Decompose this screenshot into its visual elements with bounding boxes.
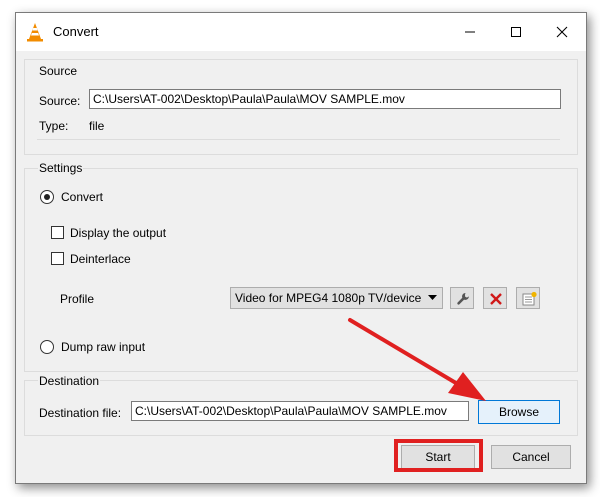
type-label: Type: bbox=[39, 119, 69, 133]
dump-raw-radio[interactable] bbox=[40, 340, 54, 354]
close-button[interactable] bbox=[539, 13, 585, 51]
maximize-button[interactable] bbox=[493, 13, 539, 51]
deinterlace-checkbox[interactable] bbox=[51, 252, 64, 265]
wrench-icon bbox=[457, 293, 469, 305]
profile-dropdown-value: Video for MPEG4 1080p TV/device bbox=[235, 291, 422, 305]
source-divider bbox=[37, 139, 560, 140]
vlc-cone-icon bbox=[27, 23, 43, 42]
title-bar[interactable]: Convert bbox=[16, 13, 586, 51]
browse-button[interactable]: Browse bbox=[478, 400, 560, 424]
delete-x-icon bbox=[490, 293, 502, 305]
new-profile-icon bbox=[522, 291, 537, 306]
chevron-down-icon bbox=[428, 295, 437, 300]
convert-dialog: Convert Source Source: C:\Users\AT-002\D… bbox=[15, 12, 587, 484]
display-output-checkbox[interactable] bbox=[51, 226, 64, 239]
edit-profile-button[interactable] bbox=[450, 287, 474, 309]
start-button[interactable]: Start bbox=[401, 445, 475, 469]
settings-group-label: Settings bbox=[38, 161, 84, 175]
dump-raw-label[interactable]: Dump raw input bbox=[61, 340, 145, 354]
display-output-label[interactable]: Display the output bbox=[70, 226, 166, 240]
source-group-label: Source bbox=[38, 64, 79, 78]
minimize-button[interactable] bbox=[447, 13, 493, 51]
source-path-input[interactable]: C:\Users\AT-002\Desktop\Paula\Paula\MOV … bbox=[89, 89, 561, 109]
cancel-button[interactable]: Cancel bbox=[491, 445, 571, 469]
source-label: Source: bbox=[39, 94, 81, 108]
maximize-icon bbox=[511, 27, 521, 37]
minimize-icon bbox=[465, 31, 475, 33]
destination-group-label: Destination bbox=[38, 374, 101, 388]
new-profile-button[interactable] bbox=[516, 287, 540, 309]
delete-profile-button[interactable] bbox=[483, 287, 507, 309]
convert-radio[interactable] bbox=[40, 190, 54, 204]
window-title: Convert bbox=[53, 24, 99, 39]
convert-radio-label[interactable]: Convert bbox=[61, 190, 103, 204]
close-icon bbox=[556, 26, 568, 38]
deinterlace-label[interactable]: Deinterlace bbox=[70, 252, 131, 266]
profile-dropdown[interactable]: Video for MPEG4 1080p TV/device bbox=[230, 287, 443, 309]
profile-label: Profile bbox=[60, 292, 95, 306]
type-value: file bbox=[89, 119, 105, 133]
destination-file-label: Destination file: bbox=[39, 406, 122, 420]
destination-path-input[interactable]: C:\Users\AT-002\Desktop\Paula\Paula\MOV … bbox=[131, 401, 469, 421]
